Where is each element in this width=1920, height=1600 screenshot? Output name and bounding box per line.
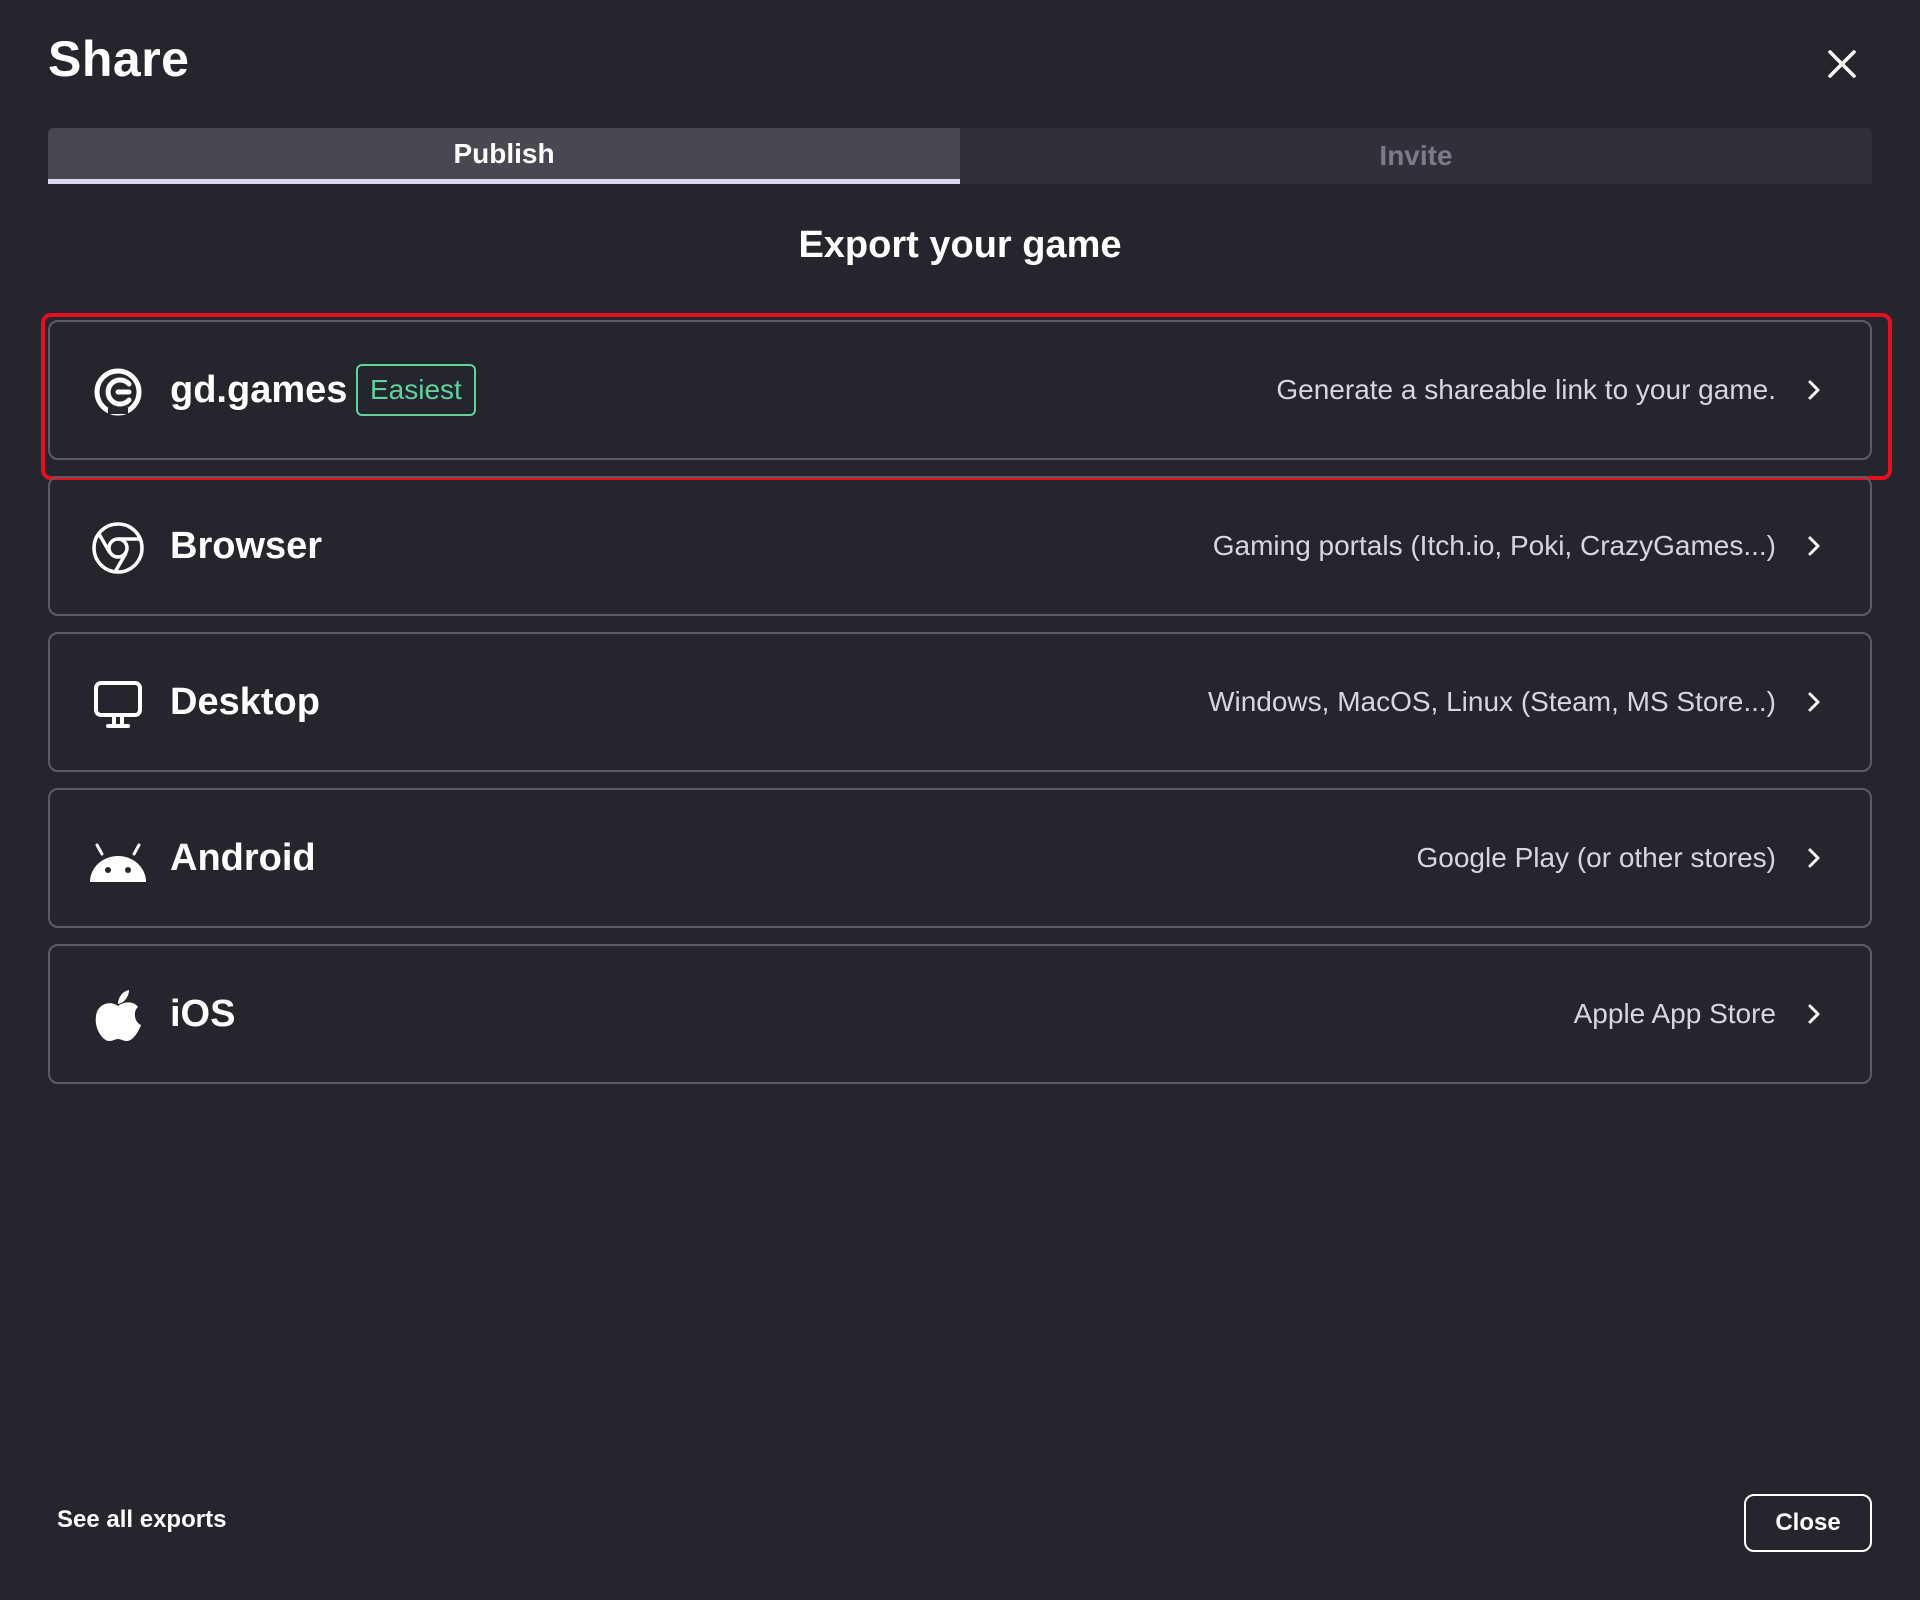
close-button[interactable]: Close [1744, 1494, 1872, 1552]
chevron-right-icon [1802, 378, 1826, 402]
export-option-android[interactable]: Android Google Play (or other stores) [48, 788, 1872, 928]
option-description: Apple App Store [1573, 998, 1776, 1029]
tab-invite[interactable]: Invite [960, 128, 1872, 184]
chevron-right-icon [1802, 690, 1826, 714]
option-description: Gaming portals (Itch.io, Poki, CrazyGame… [1212, 530, 1776, 561]
option-description: Google Play (or other stores) [1416, 842, 1777, 873]
chevron-right-icon [1802, 846, 1826, 870]
option-label: Browser [170, 524, 323, 567]
apple-icon [88, 986, 148, 1046]
export-option-ios[interactable]: iOS Apple App Store [48, 944, 1872, 1084]
option-description: Windows, MacOS, Linux (Steam, MS Store..… [1208, 686, 1776, 717]
close-icon[interactable] [1822, 44, 1862, 84]
tab-publish[interactable]: Publish [48, 128, 960, 184]
option-label: gd.games [170, 368, 348, 411]
easiest-badge: Easiest [356, 364, 476, 416]
export-option-desktop[interactable]: Desktop Windows, MacOS, Linux (Steam, MS… [48, 632, 1872, 772]
gdgames-logo-icon [88, 362, 148, 422]
share-dialog: Share Publish Invite Export your game gd… [0, 0, 1920, 1600]
browser-icon [88, 518, 148, 578]
section-title: Export your game [798, 224, 1122, 266]
android-icon [88, 830, 148, 890]
chevron-right-icon [1802, 534, 1826, 558]
export-options-list: gd.games Easiest Generate a shareable li… [41, 313, 1892, 1100]
tab-bar: Publish Invite [48, 128, 1872, 184]
see-all-exports-link[interactable]: See all exports [57, 1506, 226, 1534]
option-description: Generate a shareable link to your game. [1276, 374, 1776, 405]
export-option-browser[interactable]: Browser Gaming portals (Itch.io, Poki, C… [48, 476, 1872, 616]
desktop-monitor-icon [88, 674, 148, 734]
option-label: Android [170, 836, 316, 879]
option-label: Desktop [170, 680, 320, 723]
option-label: iOS [170, 992, 236, 1035]
chevron-right-icon [1802, 1002, 1826, 1026]
dialog-title: Share [48, 31, 190, 87]
export-option-gdgames[interactable]: gd.games Easiest Generate a shareable li… [41, 313, 1892, 480]
